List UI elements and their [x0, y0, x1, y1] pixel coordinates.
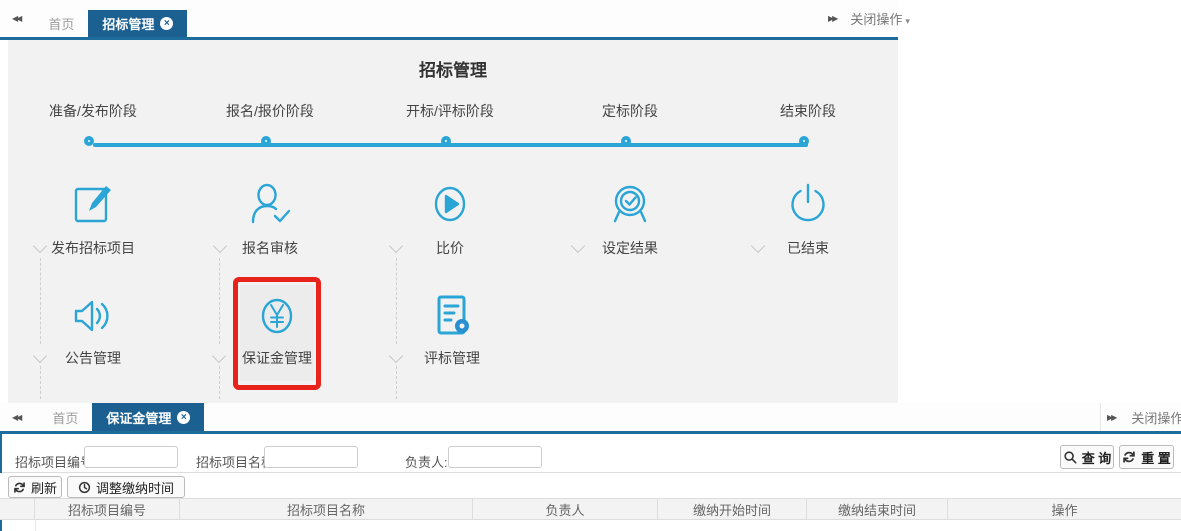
document-gear-icon[interactable] — [428, 292, 476, 340]
flow-connector — [40, 366, 41, 399]
scroll-tabs-right-icon[interactable]: ▶▶ — [822, 14, 842, 23]
close-tab-icon[interactable]: × — [160, 17, 173, 30]
reset-button-label: 重 置 — [1141, 448, 1171, 467]
tab-home-top[interactable]: 首页 — [34, 10, 88, 37]
col-select — [0, 499, 35, 519]
timeline-dot-5 — [799, 136, 809, 146]
col-person-in-charge: 负责人 — [473, 499, 658, 519]
timeline-dot-1 — [84, 136, 94, 146]
col-project-name: 招标项目名称 — [180, 499, 473, 519]
person-check-icon[interactable] — [246, 180, 294, 228]
speaker-icon[interactable] — [69, 292, 117, 340]
page-title: 招标管理 — [353, 56, 553, 81]
refresh-button-label: 刷新 — [31, 478, 57, 497]
col-project-number: 招标项目编号 — [35, 499, 180, 519]
search-button[interactable]: 查 询 — [1060, 445, 1114, 469]
table-header-row: 招标项目编号 招标项目名称 负责人 缴纳开始时间 缴纳结束时间 操作 — [0, 498, 1181, 520]
close-operations-dropdown[interactable]: 关闭操作 — [1131, 408, 1181, 427]
target-check-icon[interactable] — [606, 180, 654, 228]
adjust-payment-time-button[interactable]: 调整缴纳时间 — [67, 476, 185, 498]
edit-square-icon[interactable] — [69, 180, 117, 228]
flow-connector — [396, 258, 397, 344]
flow-item-announcement-management[interactable]: 公告管理 — [23, 348, 163, 368]
stage-open-evaluate: 开标/评标阶段 — [380, 101, 520, 121]
highlight-red-box — [233, 277, 321, 390]
close-operations-dropdown[interactable]: 关闭操作▾ — [850, 9, 910, 28]
project-name-input[interactable] — [264, 446, 358, 468]
chevron-down-icon: ▾ — [905, 16, 910, 26]
timeline-line — [93, 143, 808, 147]
app-root: ◀◀ 首页 招标管理 × ▶▶ 关闭操作▾ 招标管理 准备/发布阶段 报名/报价… — [0, 0, 1181, 531]
stage-prepare-publish: 准备/发布阶段 — [23, 101, 163, 121]
tab-bidding-management[interactable]: 招标管理 × — [88, 10, 187, 37]
timeline-dot-3 — [441, 136, 451, 146]
top-tabbar-right: ▶▶ 关闭操作▾ — [822, 0, 898, 37]
col-operation: 操作 — [948, 499, 1181, 519]
stage-register-quote: 报名/报价阶段 — [200, 101, 340, 121]
flow-connector — [396, 366, 397, 399]
scroll-tabs-right-icon[interactable]: ▶▶ — [1101, 413, 1121, 422]
person-in-charge-input[interactable] — [448, 446, 542, 468]
flow-item-evaluation-management[interactable]: 评标管理 — [382, 348, 522, 368]
refresh-button[interactable]: 刷新 — [8, 476, 62, 498]
reset-button[interactable]: 重 置 — [1119, 445, 1174, 469]
table-body-divider — [35, 520, 36, 531]
tab-home-label: 首页 — [48, 14, 74, 33]
bottom-tab-bar: ◀◀ 首页 保证金管理 × ▶▶ 关闭操作 — [0, 403, 1181, 434]
refresh-icon — [13, 481, 26, 494]
bottom-tabbar-right: ▶▶ 关闭操作 — [1100, 403, 1181, 431]
tab-home-label: 首页 — [52, 408, 78, 427]
play-circle-icon[interactable] — [426, 180, 474, 228]
stage-award: 定标阶段 — [560, 101, 700, 121]
search-button-label: 查 询 — [1082, 448, 1112, 467]
tab-deposit-management[interactable]: 保证金管理 × — [92, 403, 204, 431]
tab-deposit-label: 保证金管理 — [106, 408, 171, 427]
top-tab-bar: ◀◀ 首页 招标管理 × ▶▶ 关闭操作▾ — [0, 0, 898, 40]
clock-icon — [78, 481, 91, 494]
timeline-dot-2 — [261, 136, 271, 146]
col-payment-end-time: 缴纳结束时间 — [807, 499, 948, 519]
adjust-button-label: 调整缴纳时间 — [96, 478, 174, 497]
search-icon — [1063, 450, 1077, 464]
close-tab-icon[interactable]: × — [177, 411, 190, 424]
flow-connector — [40, 258, 41, 344]
person-in-charge-label: 负责人: — [405, 452, 448, 471]
power-icon[interactable] — [784, 180, 832, 228]
tab-bidding-label: 招标管理 — [102, 14, 154, 33]
scroll-tabs-left-icon[interactable]: ◀◀ — [6, 14, 26, 23]
flow-connector — [219, 258, 220, 344]
col-payment-start-time: 缴纳开始时间 — [658, 499, 807, 519]
timeline-dot-4 — [621, 136, 631, 146]
stage-end: 结束阶段 — [738, 101, 878, 121]
tab-home-bottom[interactable]: 首页 — [38, 403, 92, 431]
refresh-icon — [1122, 450, 1136, 464]
scroll-tabs-left-icon[interactable]: ◀◀ — [6, 413, 26, 422]
flow-connector — [219, 366, 220, 399]
project-number-input[interactable] — [84, 446, 178, 468]
